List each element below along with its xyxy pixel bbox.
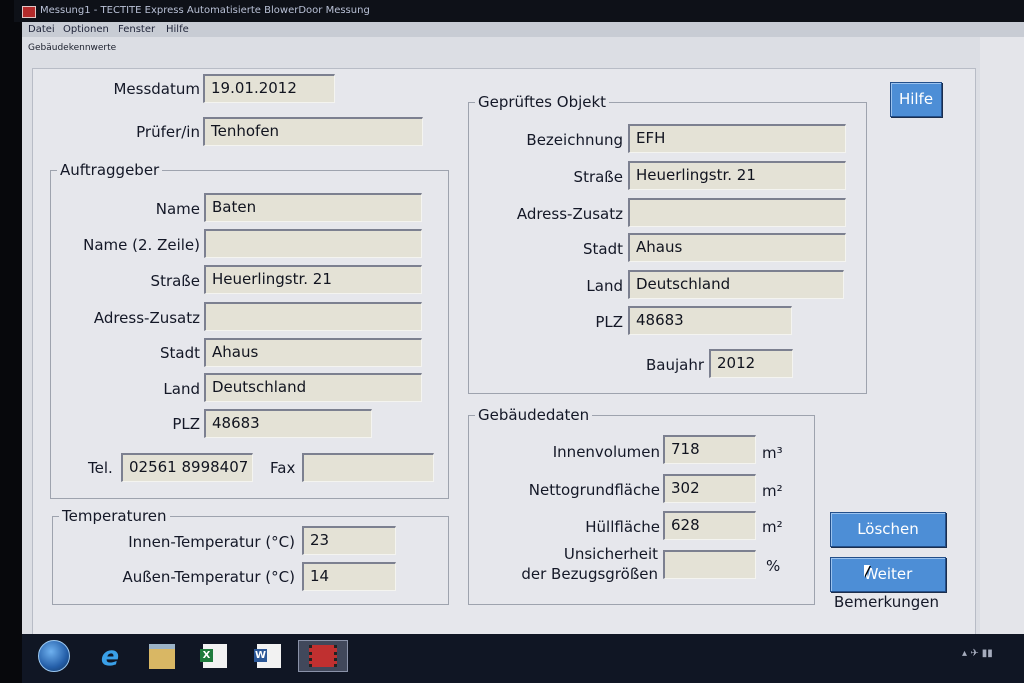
- nettogrundflaeche-field[interactable]: 302: [663, 474, 756, 503]
- messdatum-field[interactable]: 19.01.2012: [203, 74, 335, 103]
- ag-adresszusatz-field[interactable]: [204, 302, 422, 331]
- unsicherheit-unit: %: [766, 557, 781, 575]
- ag-name-field[interactable]: Baten: [204, 193, 422, 222]
- system-tray[interactable]: ▴ ✈ ▮▮: [962, 648, 993, 659]
- ag-strasse-label: Straße: [150, 272, 200, 290]
- ag-adresszusatz-label: Adress-Zusatz: [93, 309, 200, 327]
- aussen-temp-field[interactable]: 14: [302, 562, 396, 591]
- ag-land-field[interactable]: Deutschland: [204, 373, 422, 402]
- hilfe-button[interactable]: Hilfe: [890, 82, 942, 117]
- ag-tel-label: Tel.: [88, 459, 113, 477]
- obj-adresszusatz-label: Adress-Zusatz: [516, 205, 623, 223]
- innenvolumen-field[interactable]: 718: [663, 435, 756, 464]
- innen-temp-label: Innen-Temperatur (°C): [128, 533, 295, 551]
- pruefer-field[interactable]: Tenhofen: [203, 117, 423, 146]
- obj-bezeichnung-field[interactable]: EFH: [628, 124, 846, 153]
- start-button[interactable]: [36, 640, 72, 672]
- bemerkungen-label: Bemerkungen: [834, 593, 940, 611]
- ag-stadt-label: Stadt: [160, 344, 200, 362]
- innenvolumen-label: Innenvolumen: [552, 443, 660, 461]
- huellflaeche-label: Hüllfläche: [585, 518, 660, 536]
- ag-tel-field[interactable]: 02561 8998407: [121, 453, 253, 482]
- obj-adresszusatz-field[interactable]: [628, 198, 846, 227]
- word-icon[interactable]: W: [251, 640, 287, 672]
- window-title: Messung1 - TECTITE Express Automatisiert…: [40, 5, 370, 16]
- ag-name-label: Name: [155, 200, 200, 218]
- ag-land-label: Land: [163, 380, 200, 398]
- gebaeudedaten-title: Gebäudedaten: [475, 406, 593, 424]
- internet-explorer-icon[interactable]: e: [92, 640, 128, 672]
- obj-strasse-field[interactable]: Heuerlingstr. 21: [628, 161, 846, 190]
- obj-bezeichnung-label: Bezeichnung: [526, 131, 623, 149]
- tectite-app-icon[interactable]: [298, 640, 348, 672]
- ag-plz-label: PLZ: [172, 415, 200, 433]
- windows-orb-icon: [38, 640, 70, 672]
- objekt-title: Geprüftes Objekt: [475, 93, 610, 111]
- obj-baujahr-field[interactable]: 2012: [709, 349, 793, 378]
- innen-temp-field[interactable]: 23: [302, 526, 396, 555]
- loeschen-button[interactable]: Löschen: [830, 512, 946, 547]
- nettogrundflaeche-unit: m²: [762, 482, 783, 500]
- background-window: [980, 37, 1024, 637]
- obj-land-field[interactable]: Deutschland: [628, 270, 844, 299]
- ag-stadt-field[interactable]: Ahaus: [204, 338, 422, 367]
- obj-stadt-label: Stadt: [583, 240, 623, 258]
- mouse-cursor-icon: [864, 565, 870, 577]
- file-explorer-icon[interactable]: [144, 640, 180, 672]
- obj-land-label: Land: [586, 277, 623, 295]
- unsicherheit-label-line2: der Bezugsgrößen: [521, 565, 658, 583]
- ag-strasse-field[interactable]: Heuerlingstr. 21: [204, 265, 422, 294]
- menu-datei[interactable]: Datei: [28, 24, 55, 35]
- auftraggeber-title: Auftraggeber: [57, 161, 163, 179]
- dialog-title: Gebäudekennwerte: [28, 43, 117, 53]
- obj-plz-field[interactable]: 48683: [628, 306, 792, 335]
- unsicherheit-label-line1: Unsicherheit: [563, 545, 658, 563]
- ag-name2-label: Name (2. Zeile): [83, 236, 200, 254]
- unsicherheit-field[interactable]: [663, 550, 756, 579]
- obj-stadt-field[interactable]: Ahaus: [628, 233, 846, 262]
- window-titlebar: Messung1 - TECTITE Express Automatisiert…: [14, 0, 1024, 22]
- nettogrundflaeche-label: Nettogrundfläche: [528, 481, 660, 499]
- weiter-button[interactable]: Weiter: [830, 557, 946, 592]
- menu-bar: Datei Optionen Fenster Hilfe: [22, 22, 1024, 37]
- messdatum-label: Messdatum: [113, 80, 200, 98]
- aussen-temp-label: Außen-Temperatur (°C): [122, 568, 295, 586]
- innenvolumen-unit: m³: [762, 444, 783, 462]
- pruefer-label: Prüfer/in: [136, 123, 200, 141]
- menu-optionen[interactable]: Optionen: [63, 24, 109, 35]
- huellflaeche-field[interactable]: 628: [663, 511, 756, 540]
- huellflaeche-unit: m²: [762, 518, 783, 536]
- ag-name2-field[interactable]: [204, 229, 422, 258]
- ag-fax-label: Fax: [270, 459, 296, 477]
- temperaturen-title: Temperaturen: [59, 507, 170, 525]
- ag-plz-field[interactable]: 48683: [204, 409, 372, 438]
- menu-hilfe[interactable]: Hilfe: [166, 24, 189, 35]
- obj-strasse-label: Straße: [573, 168, 623, 186]
- menu-fenster[interactable]: Fenster: [118, 24, 155, 35]
- excel-icon[interactable]: X: [197, 640, 233, 672]
- ag-fax-field[interactable]: [302, 453, 434, 482]
- obj-baujahr-label: Baujahr: [645, 356, 704, 374]
- obj-plz-label: PLZ: [595, 313, 623, 331]
- app-icon: [22, 6, 36, 18]
